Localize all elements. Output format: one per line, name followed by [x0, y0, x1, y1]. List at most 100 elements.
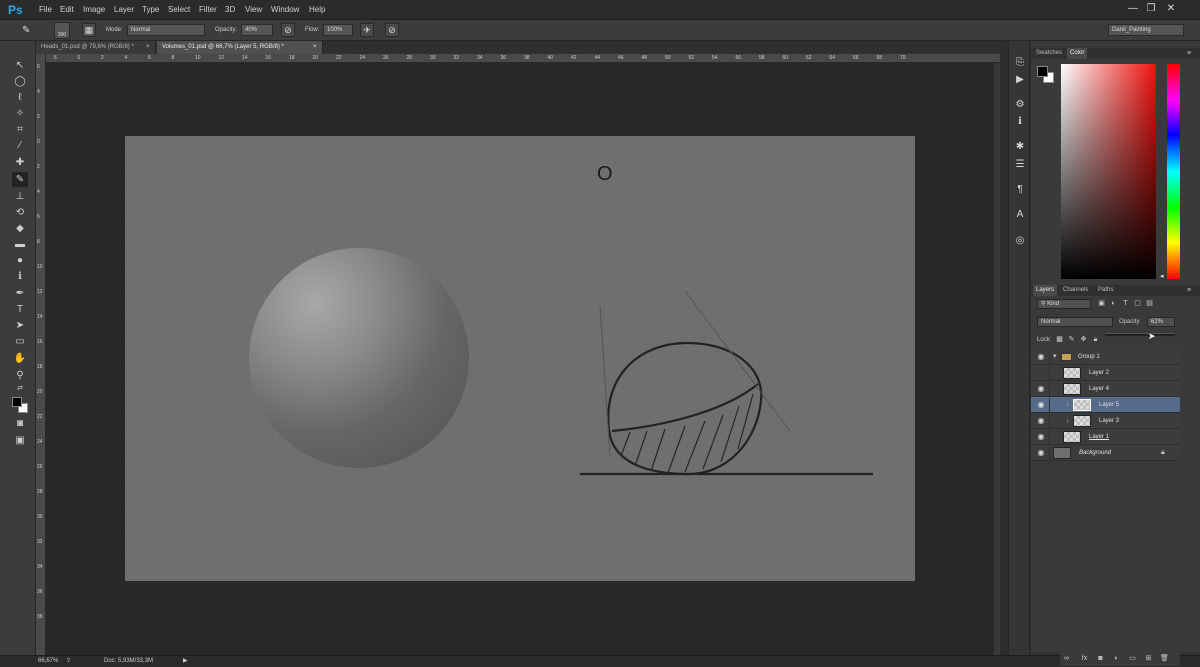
menu-image[interactable]: Image — [83, 4, 105, 16]
stamp-tool-icon[interactable]: ⊥ — [12, 189, 28, 204]
brush-size-picker[interactable]: 300 — [54, 22, 70, 39]
layer-row-layer1[interactable]: ◉ Layer 1 — [1031, 429, 1180, 445]
dodge-tool-icon[interactable]: ℹ — [12, 269, 28, 284]
gradient-tool-icon[interactable]: ▬ — [12, 237, 28, 252]
healing-tool-icon[interactable]: ✚ — [12, 155, 28, 170]
layer-row-layer2[interactable]: Layer 2 — [1031, 365, 1180, 381]
blend-mode-select[interactable]: Normal — [1037, 317, 1113, 327]
visibility-toggle[interactable]: ◉ — [1032, 430, 1050, 444]
pen-tool-icon[interactable]: ✒ — [12, 286, 28, 301]
quick-select-tool-icon[interactable]: ✧ — [12, 106, 28, 121]
close-window-button[interactable]: ✕ — [1164, 2, 1178, 16]
pressure-size-icon[interactable]: ⊘ — [385, 23, 399, 37]
close-tab-icon[interactable]: × — [146, 41, 150, 54]
opacity-slider[interactable] — [1105, 333, 1175, 336]
brush-presets-icon[interactable]: ☰ — [1012, 157, 1028, 173]
filter-kind-select[interactable]: ⚲ Kind — [1037, 299, 1091, 309]
adjustment-layer-icon[interactable]: ◐ — [1112, 654, 1121, 663]
menu-edit[interactable]: Edit — [60, 4, 74, 16]
foreground-color-swatch[interactable] — [12, 397, 22, 407]
shape-tool-icon[interactable]: ▭ — [12, 334, 28, 349]
menu-window[interactable]: Window — [271, 4, 299, 16]
visibility-toggle[interactable]: ◉ — [1032, 446, 1050, 460]
brush-tool-preset-icon[interactable]: ✎ — [22, 24, 36, 37]
new-layer-icon[interactable]: ⊞ — [1144, 654, 1153, 663]
visibility-toggle[interactable]: ◉ — [1032, 414, 1050, 428]
export-icon[interactable]: ⇪ — [66, 656, 71, 667]
visibility-toggle[interactable]: ◉ — [1032, 398, 1050, 412]
lasso-tool-icon[interactable]: ℓ — [12, 90, 28, 105]
lock-transparency-icon[interactable]: ▩ — [1055, 335, 1064, 344]
path-select-tool-icon[interactable]: ➤ — [12, 318, 28, 333]
layer-row-layer3[interactable]: ◉ ↓ Layer 3 — [1031, 413, 1180, 429]
minimize-button[interactable]: — — [1126, 2, 1140, 16]
status-menu-arrow-icon[interactable]: ▶ — [183, 656, 188, 667]
move-tool-icon[interactable]: ↖ — [12, 58, 28, 73]
lock-position-icon[interactable]: ✥ — [1079, 335, 1088, 344]
new-group-icon[interactable]: ▭ — [1128, 654, 1137, 663]
tab-channels[interactable]: Channels — [1060, 285, 1091, 296]
menu-filter[interactable]: Filter — [199, 4, 217, 16]
pressure-opacity-icon[interactable]: ⊘ — [281, 23, 295, 37]
add-mask-icon[interactable]: ◙ — [1096, 654, 1105, 663]
opacity-field[interactable]: 40% — [241, 24, 273, 36]
mode-select[interactable]: Normal — [127, 24, 205, 36]
close-tab-icon[interactable]: × — [313, 41, 317, 54]
workspace-switcher[interactable]: Danil_Painting — [1108, 24, 1184, 36]
layer-row-background[interactable]: ◉ Background 🔒︎ — [1031, 445, 1180, 461]
filter-pixel-icon[interactable]: ▣ — [1097, 299, 1106, 308]
layer-row-layer5[interactable]: ◉ ↓ Layer 5 — [1031, 397, 1180, 413]
panel-menu-icon[interactable]: ≡ — [1187, 48, 1191, 59]
airbrush-icon[interactable]: ✈ — [360, 23, 374, 37]
layer-opacity-field[interactable]: 62% — [1147, 317, 1175, 327]
blur-tool-icon[interactable]: ● — [12, 253, 28, 268]
paragraph-panel-icon[interactable]: ¶ — [1012, 182, 1028, 198]
flow-field[interactable]: 100% — [323, 24, 353, 36]
visibility-toggle[interactable] — [1032, 366, 1050, 380]
group-expand-icon[interactable]: ▾ — [1053, 351, 1057, 363]
tool-presets-icon[interactable]: ◎ — [1012, 233, 1028, 249]
document-canvas[interactable]: O — [125, 136, 915, 581]
brush-tool-icon[interactable]: ✎ — [12, 172, 28, 187]
tab-layers[interactable]: Layers — [1033, 285, 1058, 296]
brush-panel-icon[interactable]: ▦ — [82, 23, 96, 37]
history-brush-tool-icon[interactable]: ⟲ — [12, 205, 28, 220]
zoom-level[interactable]: 66,67% — [38, 656, 58, 667]
crop-tool-icon[interactable]: ⌗ — [12, 122, 28, 137]
quick-mask-icon[interactable]: ◙ — [12, 416, 28, 431]
adjustments-panel-icon[interactable]: ⚙ — [1012, 97, 1028, 113]
tab-volumes[interactable]: Volumes_01.psd @ 66,7% (Layer 5, RGB/8) … — [157, 41, 323, 54]
hand-tool-icon[interactable]: ✋ — [12, 351, 28, 366]
filter-type-icon[interactable]: T — [1121, 299, 1130, 308]
tab-swatches[interactable]: Swatches — [1033, 48, 1065, 59]
eraser-tool-icon[interactable]: ◆ — [12, 221, 28, 236]
layer-row-group1[interactable]: ◉ ▾ Group 1 — [1031, 349, 1180, 365]
layers-panel-menu-icon[interactable]: ≡ — [1187, 285, 1191, 296]
lock-paint-icon[interactable]: ✎ — [1067, 335, 1076, 344]
tab-heads[interactable]: Heads_01.psd @ 79,6% (RGB/8) * × — [36, 41, 156, 54]
screen-mode-icon[interactable]: ▣ — [12, 433, 28, 448]
info-panel-icon[interactable]: ℹ — [1012, 114, 1028, 130]
tab-color[interactable]: Color — [1067, 48, 1088, 59]
lock-all-icon[interactable]: 🔒︎ — [1091, 335, 1100, 344]
brush-panel-icon[interactable]: ✱ — [1012, 139, 1028, 155]
filter-smart-object-icon[interactable]: ▤ — [1145, 299, 1154, 308]
filter-shape-icon[interactable]: ▢ — [1133, 299, 1142, 308]
trash-icon[interactable]: 🗑︎ — [1160, 654, 1169, 663]
visibility-toggle[interactable]: ◉ — [1032, 382, 1050, 396]
type-tool-icon[interactable]: T — [12, 302, 28, 317]
history-panel-icon[interactable]: ⎘ — [1012, 55, 1028, 71]
menu-select[interactable]: Select — [168, 4, 190, 16]
vertical-scrollbar[interactable] — [994, 63, 1000, 655]
tab-paths[interactable]: Paths — [1095, 285, 1116, 296]
layer-row-layer4[interactable]: ◉ Layer 4 — [1031, 381, 1180, 397]
menu-type[interactable]: Type — [142, 4, 159, 16]
menu-view[interactable]: View — [245, 4, 262, 16]
color-field[interactable] — [1061, 64, 1156, 279]
menu-layer[interactable]: Layer — [114, 4, 134, 16]
menu-file[interactable]: File — [39, 4, 52, 16]
visibility-toggle[interactable]: ◉ — [1032, 350, 1050, 364]
fx-icon[interactable]: fx — [1080, 654, 1089, 663]
swap-colors-icon[interactable]: ⇄ — [12, 381, 28, 396]
menu-help[interactable]: Help — [309, 4, 325, 16]
